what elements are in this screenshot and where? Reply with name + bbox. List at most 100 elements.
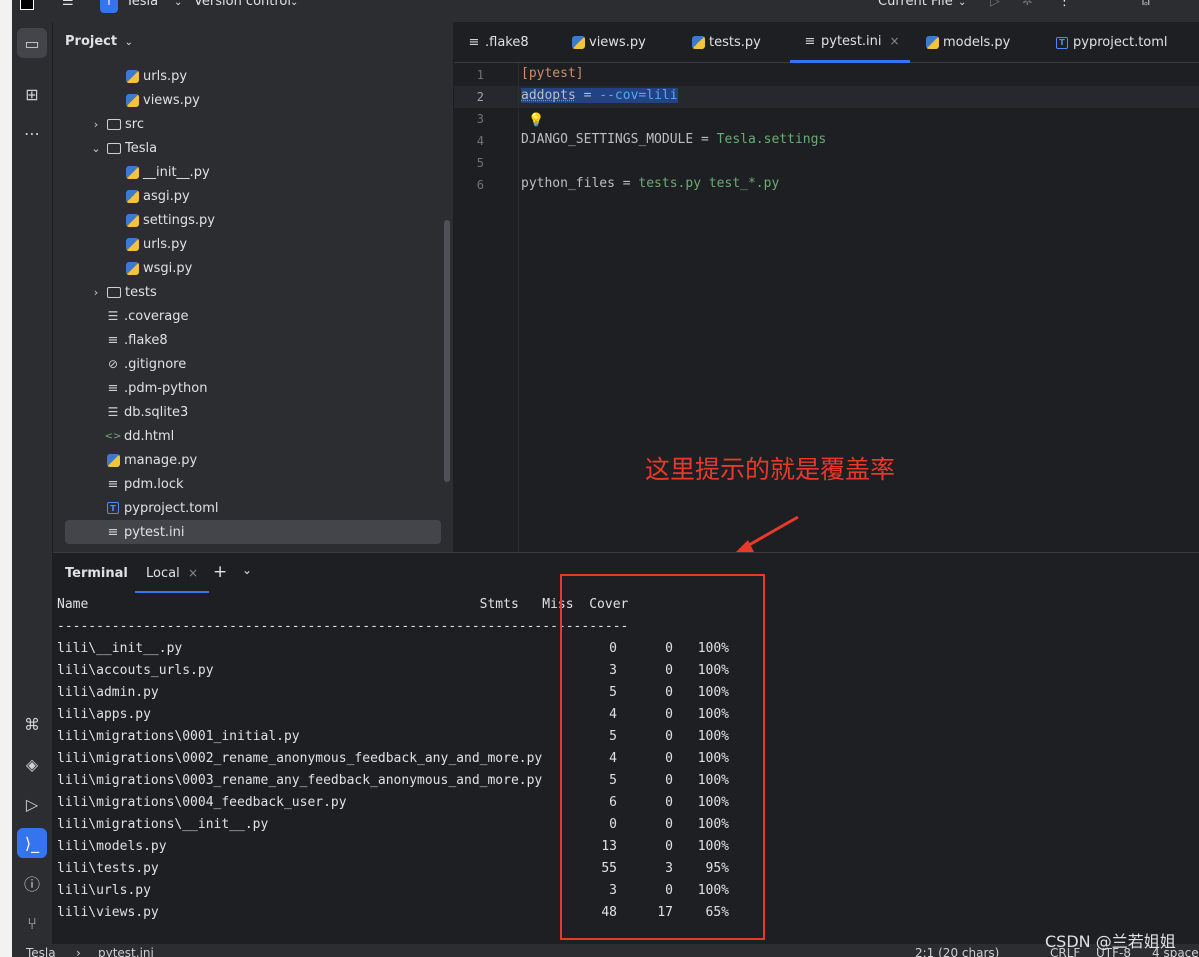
tree-item[interactable]: urls.py	[53, 232, 453, 256]
editor-tab[interactable]: ≡ .flake8	[466, 22, 529, 63]
folder-icon	[106, 116, 122, 132]
ignore-icon: ⊘	[107, 357, 119, 371]
code-line-1[interactable]: [pytest]	[521, 66, 584, 81]
tree-item[interactable]: settings.py	[53, 208, 453, 232]
tree-item[interactable]: ≡ .flake8	[53, 328, 453, 352]
tree-item-label: src	[125, 116, 144, 132]
close-icon[interactable]: ×	[890, 34, 900, 48]
module-name: lili\accouts_urls.py	[57, 663, 214, 678]
editor-tab[interactable]: models.py	[924, 22, 1010, 63]
chevron-right-icon[interactable]: ›	[88, 118, 104, 131]
tab-label: pyproject.toml	[1073, 35, 1168, 50]
editor-tab[interactable]: ≡ pytest.ini ×	[790, 22, 910, 63]
folder-icon	[106, 140, 122, 156]
tree-item[interactable]: manage.py	[53, 448, 453, 472]
chevron-down-icon[interactable]: ⌄	[242, 563, 252, 577]
tree-item[interactable]: ☰ db.sqlite3	[53, 400, 453, 424]
more-actions-icon[interactable]: ⋮	[1058, 0, 1071, 9]
project-badge[interactable]: T	[100, 0, 118, 13]
project-switcher[interactable]: Tesla	[126, 0, 158, 9]
breadcrumb-file[interactable]: pytest.ini	[98, 946, 154, 957]
tree-item[interactable]: › tests	[53, 280, 453, 304]
add-user-icon[interactable]: ⍝	[1142, 0, 1150, 9]
ini-value: --cov=lili	[599, 88, 678, 103]
more-tools-icon[interactable]: ⋯	[17, 118, 47, 148]
module-name: lili\__init__.py	[57, 641, 183, 656]
editor-tab[interactable]: Tpyproject.toml	[1054, 22, 1168, 63]
services-icon[interactable]: ▷	[17, 789, 47, 819]
tree-item[interactable]: wsgi.py	[53, 256, 453, 280]
code-line-4[interactable]: DJANGO_SETTINGS_MODULE = Tesla.settings	[521, 132, 826, 147]
folder-icon	[106, 284, 122, 300]
tree-item[interactable]: ⌄ Tesla	[53, 136, 453, 160]
line-number: 6	[476, 178, 484, 192]
breadcrumb-separator-icon: ›	[76, 946, 81, 957]
line-number: 1	[476, 68, 484, 82]
debug-icon[interactable]: ✲	[1022, 0, 1033, 9]
tree-item[interactable]: asgi.py	[53, 184, 453, 208]
python-console-icon[interactable]: ⌘	[17, 709, 47, 739]
module-name: lili\migrations\0003_rename_any_feedback…	[57, 773, 543, 788]
chevron-down-icon: ⌄	[958, 0, 967, 8]
text-lines-icon: ≡	[107, 380, 119, 396]
git-icon[interactable]: ⑂	[17, 908, 47, 938]
structure-tool-icon[interactable]: ⊞	[17, 79, 47, 109]
tree-item[interactable]: ☰ .coverage	[53, 304, 453, 328]
project-panel-title[interactable]: Project ⌄	[65, 34, 133, 49]
tree-item-label: settings.py	[143, 212, 215, 228]
close-icon[interactable]: ×	[188, 566, 198, 580]
tree-item[interactable]: ⊘ .gitignore	[53, 352, 453, 376]
tree-item[interactable]: ≡ .pdm-python	[53, 376, 453, 400]
tree-item[interactable]: views.py	[53, 88, 453, 112]
ini-section: [pytest]	[521, 66, 584, 81]
code-line-2[interactable]: addopts = --cov=lili	[521, 88, 678, 103]
new-tab-icon[interactable]: +	[213, 562, 227, 582]
tree-item-label: wsgi.py	[143, 260, 193, 276]
tree-item[interactable]: Tpyproject.toml	[53, 496, 453, 520]
lightbulb-icon[interactable]: 💡	[528, 113, 544, 128]
tree-item-label: .coverage	[124, 308, 189, 324]
terminal-tab-local[interactable]: Local ×	[135, 553, 209, 594]
python-icon	[105, 452, 121, 468]
annotation-text: 这里提示的就是覆盖率	[645, 455, 896, 484]
tree-item[interactable]: › src	[53, 112, 453, 136]
chevron-down-icon[interactable]: ⌄	[88, 142, 104, 155]
module-name: lili\admin.py	[57, 685, 159, 700]
terminal-tool-icon[interactable]: ⟩_	[17, 828, 47, 858]
tree-item[interactable]: <> dd.html	[53, 424, 453, 448]
project-panel: Project ⌄ urls.py views.py › src ⌄ Tesla __ini…	[53, 22, 453, 552]
ini-eq: =	[614, 176, 639, 191]
problems-icon[interactable]: ⓘ	[17, 868, 47, 898]
line-number: 5	[476, 156, 484, 170]
project-tool-icon[interactable]: ▭	[17, 28, 47, 58]
python-icon	[690, 35, 706, 51]
html-icon: <>	[104, 430, 122, 442]
tree-item-label: .flake8	[124, 332, 168, 348]
coverage-header: Name Stmts Miss Cover	[57, 597, 629, 612]
vcs-widget[interactable]: Version control	[194, 0, 291, 9]
chevron-down-icon: ⌄	[174, 0, 183, 8]
python-icon	[124, 68, 140, 84]
tool-window-bar: ▭ ⊞ ⋯ ⌘ ◈ ▷ ⟩_ ⓘ ⑂	[12, 22, 53, 944]
main-menu-icon[interactable]: ☰	[62, 0, 74, 9]
code-line-6[interactable]: python_files = tests.py test_*.py	[521, 176, 779, 191]
tree-item[interactable]: __init__.py	[53, 160, 453, 184]
tree-item-label: dd.html	[124, 428, 175, 444]
breadcrumb-project[interactable]: Tesla	[26, 946, 56, 957]
run-config-selector[interactable]: Current File	[878, 0, 953, 9]
project-title-label: Project	[65, 34, 118, 49]
tree-item-label: .gitignore	[124, 356, 187, 372]
editor-tab[interactable]: tests.py	[690, 22, 761, 63]
caret-position[interactable]: 2:1 (20 chars)	[915, 946, 999, 957]
tree-item[interactable]: urls.py	[53, 64, 453, 88]
project-scrollbar[interactable]	[444, 220, 450, 482]
tree-item[interactable]: ≡ pytest.ini	[65, 520, 441, 544]
text-lines-icon: ≡	[107, 332, 119, 348]
tree-item[interactable]: ≡ pdm.lock	[53, 472, 453, 496]
run-icon[interactable]: ▷	[990, 0, 1000, 9]
editor-tab[interactable]: views.py	[570, 22, 646, 63]
module-name: lili\urls.py	[57, 883, 151, 898]
python-packages-icon[interactable]: ◈	[17, 749, 47, 779]
chevron-right-icon[interactable]: ›	[88, 286, 104, 299]
module-name: lili\tests.py	[57, 861, 159, 876]
